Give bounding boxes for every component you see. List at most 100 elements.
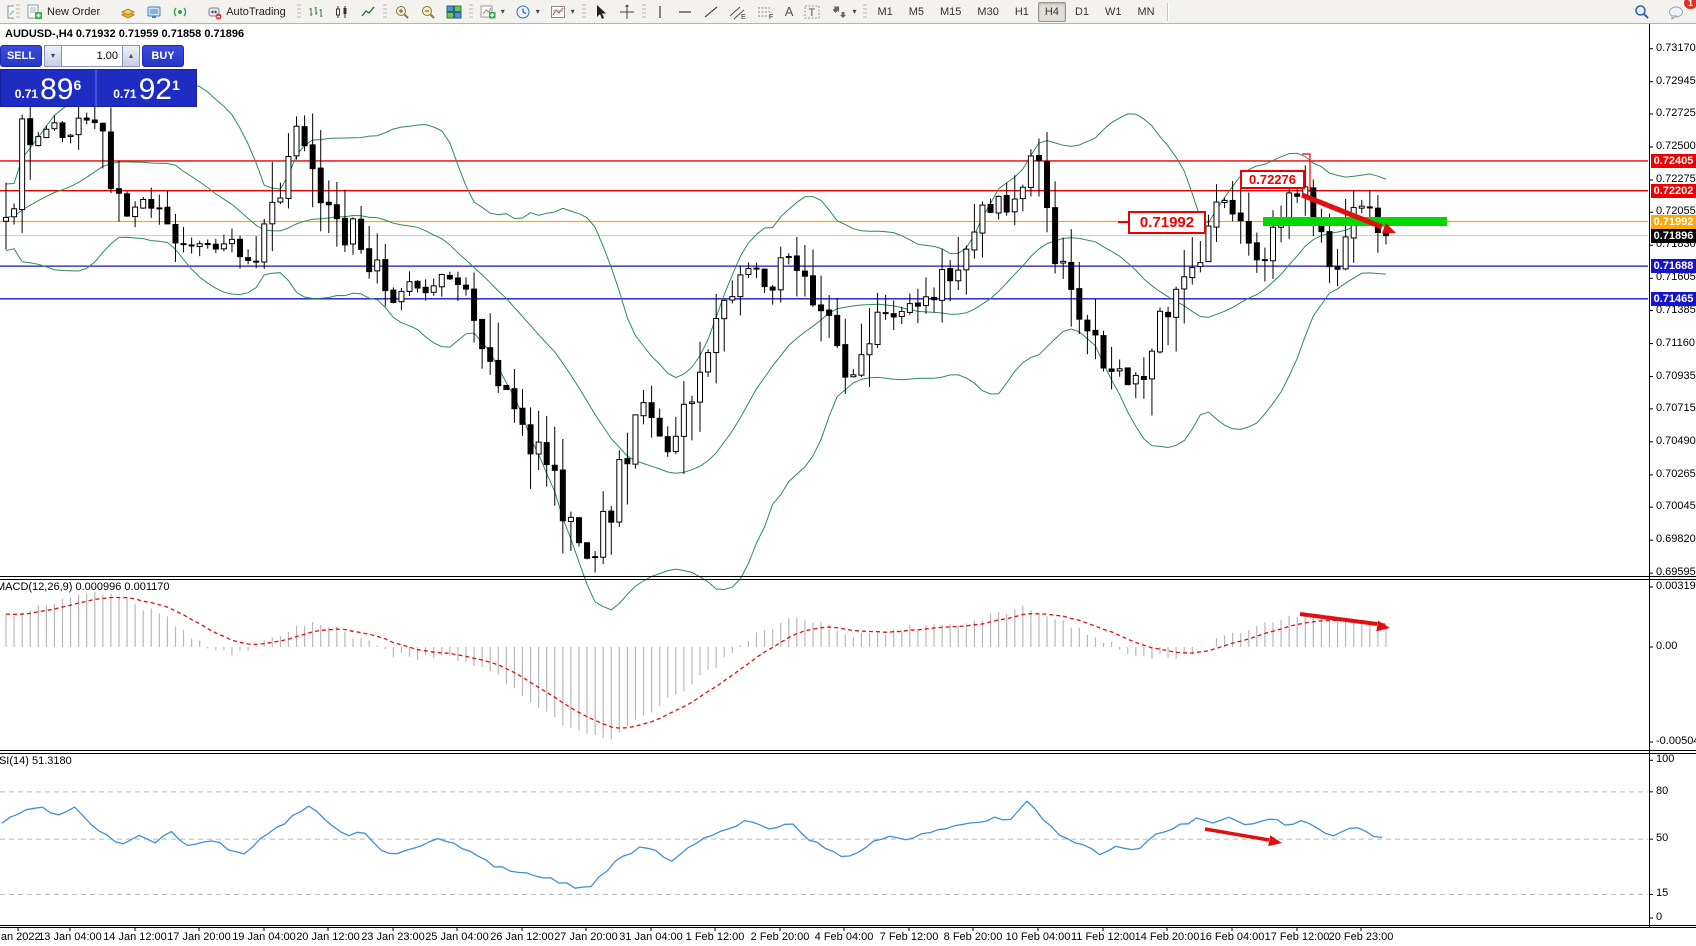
- time-axis-label: 27 Jan 20:00: [554, 931, 618, 943]
- macd-axis-label: 0.00: [1656, 640, 1677, 652]
- price-axis-tick-label: 0.70265: [1656, 468, 1696, 480]
- time-axis-label: 2 Feb 20:00: [751, 931, 810, 943]
- toolbar-grip[interactable]: [582, 4, 586, 20]
- chart-workspace: AUDUSD-,H4 0.71932 0.71959 0.71858 0.718…: [0, 24, 1696, 946]
- timeframe-button-w1[interactable]: W1: [1098, 2, 1129, 22]
- toolbar-grip[interactable]: [297, 4, 301, 20]
- buy-button[interactable]: BUY: [142, 45, 184, 67]
- price-annotation-72276[interactable]: 0.72276: [1240, 170, 1305, 189]
- timeframe-button-h1[interactable]: H1: [1008, 2, 1036, 22]
- rsi-axis-label: 50: [1656, 832, 1668, 844]
- new-order-icon: [27, 4, 43, 20]
- text-icon[interactable]: A: [780, 2, 799, 21]
- sell-price-display[interactable]: 0.71 89 6: [1, 70, 97, 106]
- cursor-icon[interactable]: [588, 2, 614, 22]
- svg-text:E: E: [741, 14, 746, 20]
- toolbar-grip[interactable]: [469, 4, 473, 20]
- rsi-axis-label: 0: [1656, 911, 1662, 923]
- rsi-axis-label: 15: [1656, 887, 1668, 899]
- macd-label: MACD(12,26,9) 0.000996 0.001170: [0, 581, 169, 593]
- price-axis-marker: 0.71896: [1651, 229, 1696, 243]
- equidistant-channel-icon[interactable]: E: [724, 2, 752, 22]
- templates-icon[interactable]: ▾: [545, 2, 580, 22]
- toolbar-separator: [1167, 3, 1169, 21]
- timeframe-button-mn[interactable]: MN: [1131, 2, 1162, 22]
- buy-price-pip: 1: [172, 70, 180, 100]
- price-annotation-71992[interactable]: 0.71992: [1128, 211, 1206, 234]
- price-axis-tick-label: 0.69820: [1656, 533, 1696, 545]
- sell-button[interactable]: SELL: [0, 45, 42, 67]
- volume-decrease-button[interactable]: ▾: [44, 45, 62, 67]
- timeframe-button-d1[interactable]: D1: [1068, 2, 1096, 22]
- time-axis-label: 13 Jan 04:00: [38, 931, 102, 943]
- crosshair-icon[interactable]: [614, 2, 640, 22]
- zoom-out-icon[interactable]: [415, 2, 441, 22]
- rsi-axis-label: 100: [1656, 753, 1674, 765]
- chevron-down-icon: ▾: [571, 7, 575, 16]
- time-axis-label: 14 Jan 12:00: [103, 931, 167, 943]
- trendline-icon[interactable]: [698, 2, 724, 22]
- clipped-chart-icon[interactable]: [2, 4, 14, 20]
- price-axis-tick-label: 0.70490: [1656, 435, 1696, 447]
- time-axis-label: 25 Jan 04:00: [425, 931, 489, 943]
- rsi-axis-label: 80: [1656, 785, 1668, 797]
- timeframe-button-m30[interactable]: M30: [970, 2, 1005, 22]
- tile-windows-icon[interactable]: [441, 2, 467, 22]
- search-icon[interactable]: [1629, 2, 1655, 22]
- period-icon[interactable]: ▾: [510, 2, 545, 22]
- timeframe-button-h4[interactable]: H4: [1038, 2, 1066, 22]
- autotrading-icon: [206, 4, 222, 20]
- zoom-in-icon[interactable]: [389, 2, 415, 22]
- toolbar-grip[interactable]: [863, 4, 867, 20]
- vertical-line-icon[interactable]: [648, 2, 672, 22]
- timeframe-button-m15[interactable]: M15: [933, 2, 968, 22]
- macd-histogram: [6, 592, 1386, 740]
- mt4-window: New Order AutoTrading: [0, 0, 1696, 946]
- price-axis-tick-label: 0.69595: [1656, 566, 1696, 578]
- buy-price-prefix: 0.71: [113, 85, 136, 103]
- bar-chart-icon[interactable]: [303, 2, 329, 22]
- candlesticks: [4, 87, 1389, 572]
- rsi-label: RSI(14) 51.3180: [0, 755, 72, 767]
- time-axis-label: 20 Jan 12:00: [296, 931, 360, 943]
- price-axis-tick-label: 0.71160: [1656, 337, 1695, 349]
- volume-increase-button[interactable]: ▴: [122, 45, 140, 67]
- line-chart-icon[interactable]: [355, 2, 381, 22]
- signals-icon[interactable]: [167, 2, 193, 22]
- time-axis-label: 1 Feb 12:00: [686, 931, 745, 943]
- time-axis-label: 23 Jan 23:00: [361, 931, 425, 943]
- indicators-icon[interactable]: ▾: [475, 2, 510, 22]
- hosting-icon[interactable]: [141, 2, 167, 22]
- toolbar-grip[interactable]: [642, 4, 646, 20]
- price-axis-tick-label: 0.70935: [1656, 370, 1696, 382]
- market-icon[interactable]: [115, 2, 141, 22]
- toolbar: New Order AutoTrading: [0, 0, 1696, 24]
- svg-text:T: T: [809, 7, 816, 19]
- time-axis-label: 14 Feb 20:00: [1135, 931, 1200, 943]
- time-axis-label: Jan 2022: [0, 931, 41, 943]
- candlestick-icon[interactable]: [329, 2, 355, 22]
- price-axis-marker: 0.71992: [1651, 215, 1696, 229]
- horizontal-line-icon[interactable]: [672, 2, 698, 22]
- price-axis-tick-label: 0.72945: [1656, 75, 1696, 87]
- toolbar-grip[interactable]: [16, 4, 20, 20]
- autotrading-label: AutoTrading: [226, 6, 286, 18]
- chart-surface[interactable]: [0, 24, 1696, 946]
- time-axis-label: 17 Jan 20:00: [167, 931, 231, 943]
- red-trend-arrow[interactable]: [1205, 829, 1282, 846]
- volume-input[interactable]: [62, 45, 122, 67]
- timeframe-button-m5[interactable]: M5: [902, 2, 931, 22]
- text-label-icon[interactable]: T: [798, 2, 826, 22]
- new-order-button[interactable]: New Order: [22, 2, 105, 22]
- buy-price-display[interactable]: 0.71 92 1: [97, 70, 196, 106]
- toolbar-grip[interactable]: [383, 4, 387, 20]
- autotrading-button[interactable]: AutoTrading: [201, 2, 291, 22]
- price-axis-marker: 0.72405: [1651, 154, 1696, 168]
- buy-price-big: 92: [139, 77, 172, 103]
- timeframe-buttons: M1M5M15M30H1H4D1W1MN: [869, 2, 1162, 22]
- notifications-icon[interactable]: 1: [1663, 2, 1690, 22]
- fibonacci-icon[interactable]: F: [752, 2, 780, 22]
- arrows-shapes-icon[interactable]: ▾: [826, 2, 861, 22]
- timeframe-button-m1[interactable]: M1: [870, 2, 899, 22]
- macd-axis-label: 0.003199: [1656, 580, 1696, 592]
